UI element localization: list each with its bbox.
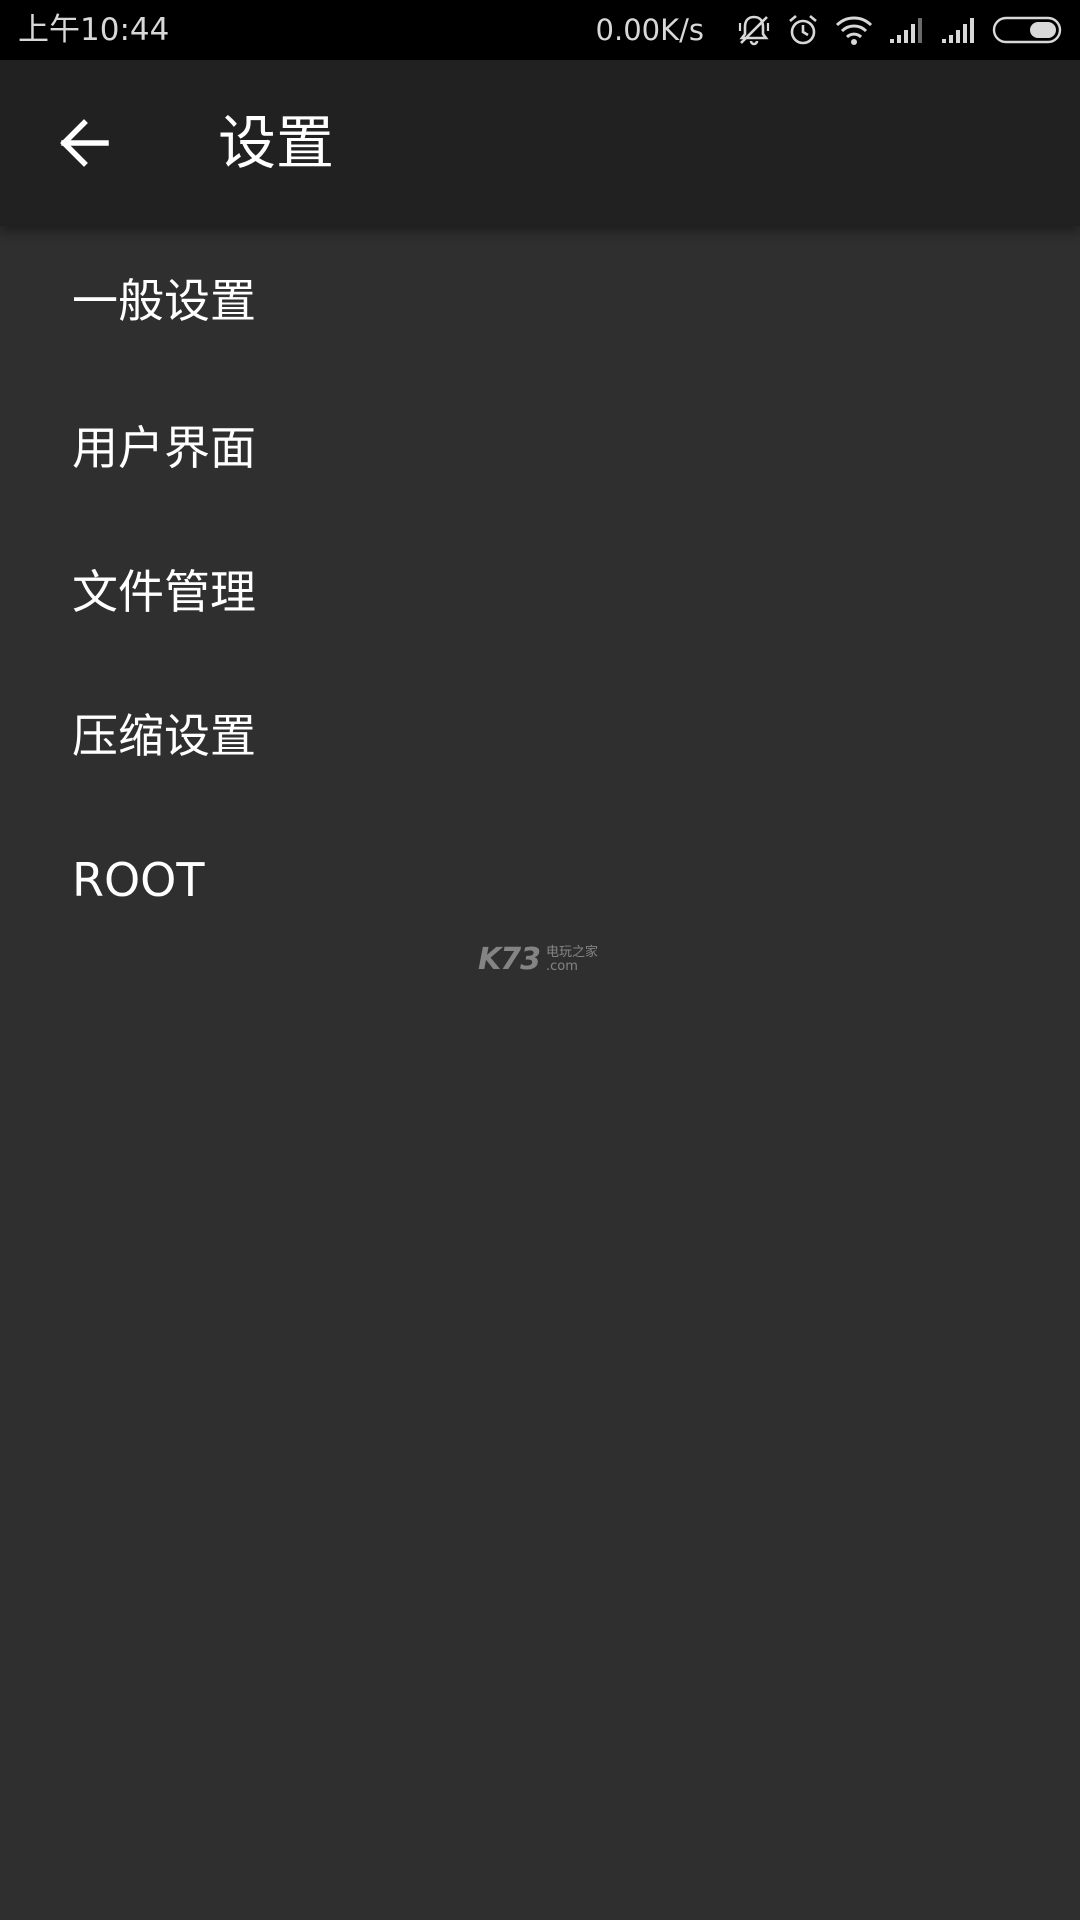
- app-bar: 设置: [0, 60, 1080, 226]
- settings-item-file-management[interactable]: 文件管理: [0, 520, 1080, 664]
- watermark-logo: K73: [478, 942, 541, 977]
- settings-item-label: 压缩设置: [72, 709, 256, 763]
- settings-item-label: 一般设置: [72, 274, 256, 328]
- wifi-icon: [834, 14, 874, 46]
- settings-item-label: ROOT: [72, 853, 205, 907]
- battery-icon: [992, 15, 1064, 45]
- signal-2-icon: [940, 15, 978, 45]
- status-time: 上午10:44: [18, 12, 170, 48]
- settings-item-general[interactable]: 一般设置: [0, 226, 1080, 376]
- watermark-text: 电玩之家 .com: [546, 944, 599, 974]
- signal-1-icon: [888, 15, 926, 45]
- settings-item-root[interactable]: ROOT: [0, 808, 1080, 952]
- settings-list: 一般设置 用户界面 文件管理 压缩设置 ROOT: [0, 226, 1080, 952]
- watermark-line1: 电玩之家: [546, 944, 599, 960]
- back-button[interactable]: [44, 100, 124, 186]
- watermark-line2: .com: [546, 958, 578, 974]
- settings-item-user-interface[interactable]: 用户界面: [0, 376, 1080, 520]
- mute-notification-icon: [736, 12, 772, 48]
- network-speed: 0.00K/s: [595, 13, 704, 47]
- screen: 上午10:44 0.00K/s 设置 一般设置 用户界面 文件管理 压缩设置 R…: [0, 0, 1080, 1920]
- settings-item-label: 文件管理: [72, 565, 256, 619]
- arrow-back-icon: [60, 119, 109, 167]
- settings-item-label: 用户界面: [72, 421, 256, 475]
- alarm-icon: [786, 13, 820, 47]
- status-icons: 0.00K/s: [596, 0, 1064, 60]
- page-title: 设置: [218, 109, 335, 177]
- watermark: K73 电玩之家 .com: [478, 942, 598, 977]
- status-bar: 上午10:44 0.00K/s: [0, 0, 1080, 60]
- settings-item-compression[interactable]: 压缩设置: [0, 664, 1080, 808]
